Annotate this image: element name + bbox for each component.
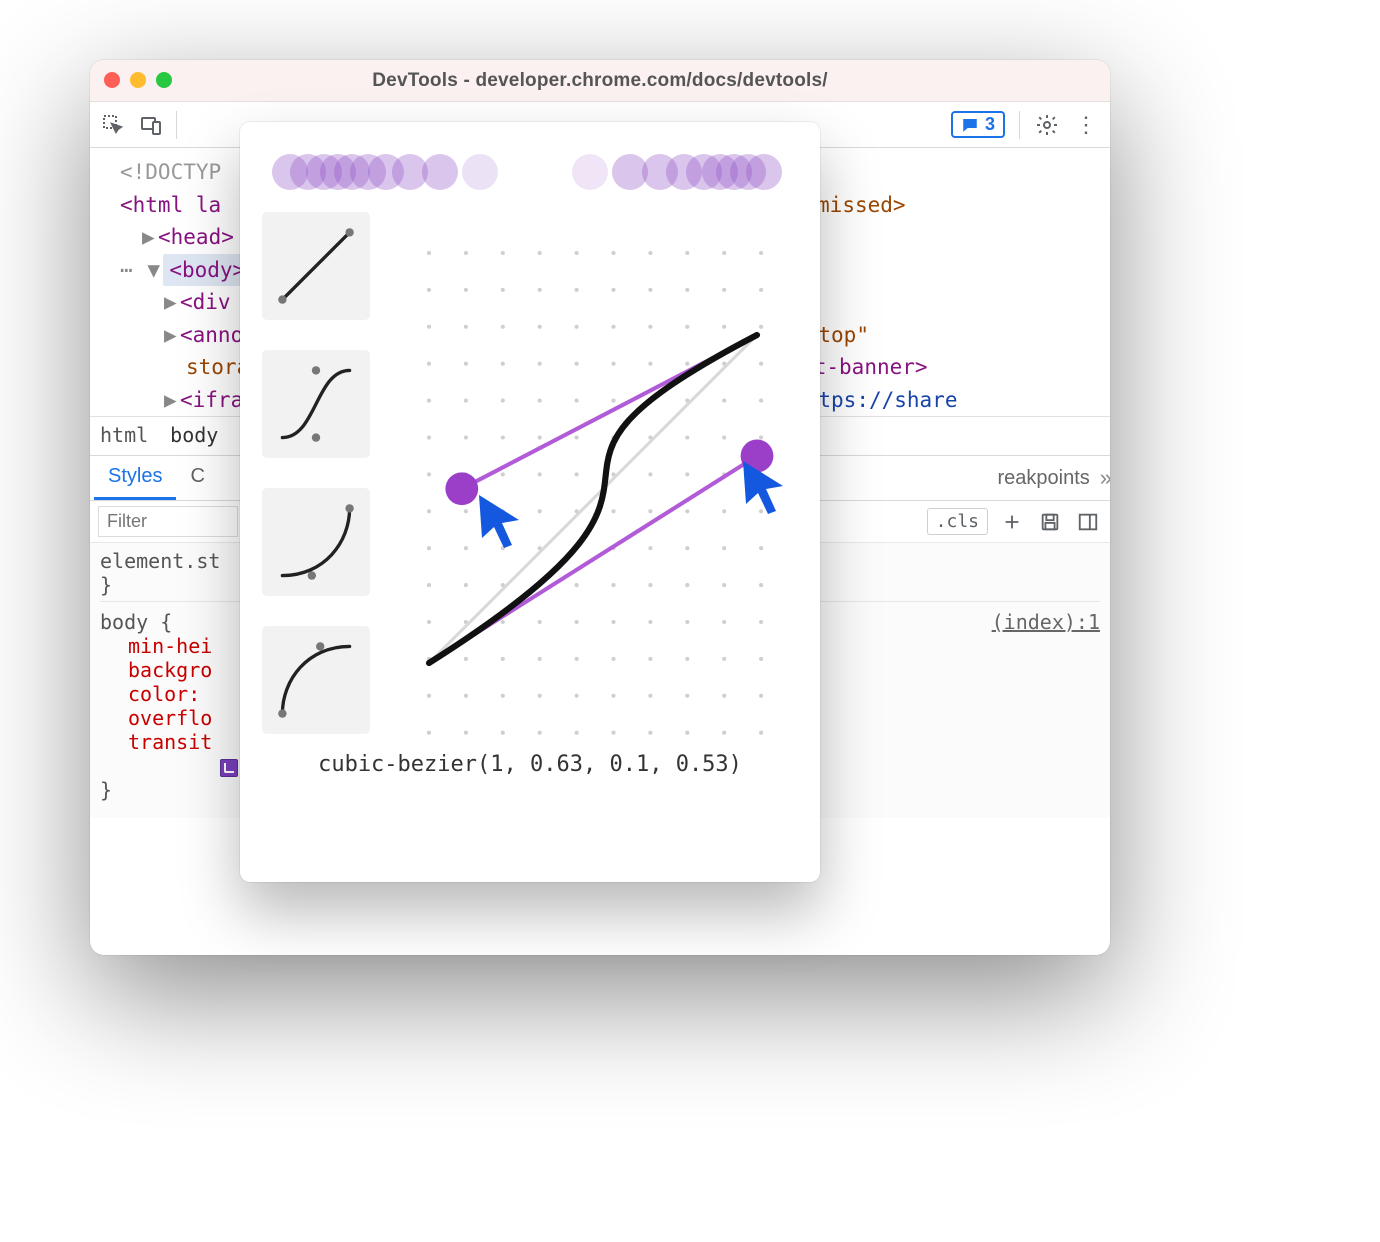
cls-toggle-button[interactable]: .cls: [927, 508, 988, 535]
bezier-preview: [272, 148, 788, 196]
preset-ease-out[interactable]: [262, 626, 370, 734]
expand-icon[interactable]: ▶: [164, 384, 180, 417]
brace: }: [100, 573, 112, 597]
breadcrumb-html[interactable]: html: [100, 423, 148, 447]
body-tag[interactable]: <body>: [169, 258, 245, 282]
tab-styles[interactable]: Styles: [94, 456, 176, 500]
tab-label: Styles: [108, 465, 162, 488]
toolbar-divider: [176, 111, 177, 139]
html-tag[interactable]: <html la: [120, 193, 221, 217]
messages-button[interactable]: 3: [951, 111, 1005, 138]
breadcrumb-body[interactable]: body: [170, 423, 218, 447]
overflow-dots[interactable]: ⋯: [120, 258, 135, 282]
plus-icon[interactable]: [998, 508, 1026, 536]
rule-source-link[interactable]: (index):1: [992, 610, 1100, 634]
panel-toggle-icon[interactable]: [1074, 508, 1102, 536]
anno-tag[interactable]: <anno: [180, 323, 243, 347]
bezier-presets: [262, 212, 370, 734]
minimize-window-button[interactable]: [130, 72, 146, 88]
preset-linear[interactable]: [262, 212, 370, 320]
tab-breakpoints[interactable]: reakpoints: [997, 467, 1089, 490]
element-style-selector[interactable]: element.st: [100, 549, 220, 573]
bezier-editor-popover: cubic-bezier(1, 0.63, 0.1, 0.53): [240, 122, 820, 882]
bezier-swatch-icon[interactable]: [220, 759, 238, 777]
control-point-p2[interactable]: [741, 440, 774, 473]
iframe-tag[interactable]: <ifra: [180, 388, 243, 412]
control-point-p1[interactable]: [445, 472, 478, 505]
chevrons-icon[interactable]: »: [1100, 465, 1106, 491]
toolbar-divider: [1019, 111, 1020, 139]
expand-icon[interactable]: ▶: [164, 286, 180, 319]
expand-icon[interactable]: ▶: [164, 319, 180, 352]
tab-computed[interactable]: C: [176, 456, 218, 500]
styles-filter-input[interactable]: [98, 506, 238, 537]
kebab-icon[interactable]: ⋮: [1074, 112, 1100, 138]
collapse-icon[interactable]: ▼: [147, 254, 163, 287]
rule-selector[interactable]: body {: [100, 610, 172, 634]
device-toggle-icon[interactable]: [138, 112, 164, 138]
expand-icon[interactable]: ▶: [142, 221, 158, 254]
head-tag[interactable]: <head>: [158, 225, 234, 249]
bezier-curve-editor[interactable]: [388, 212, 798, 734]
traffic-lights: [104, 72, 172, 88]
window-title: DevTools - developer.chrome.com/docs/dev…: [90, 70, 1110, 92]
preset-ease-in[interactable]: [262, 488, 370, 596]
close-window-button[interactable]: [104, 72, 120, 88]
brace: }: [100, 778, 112, 802]
maximize-window-button[interactable]: [156, 72, 172, 88]
messages-count: 3: [985, 114, 995, 135]
inspect-icon[interactable]: [100, 112, 126, 138]
save-icon[interactable]: [1036, 508, 1064, 536]
gear-icon[interactable]: [1034, 112, 1060, 138]
window-titlebar: DevTools - developer.chrome.com/docs/dev…: [90, 60, 1110, 102]
div-tag[interactable]: <div: [180, 290, 231, 314]
preset-ease-in-out[interactable]: [262, 350, 370, 458]
doctype-node: <!DOCTYP: [120, 160, 221, 184]
tab-label: C: [190, 465, 204, 488]
